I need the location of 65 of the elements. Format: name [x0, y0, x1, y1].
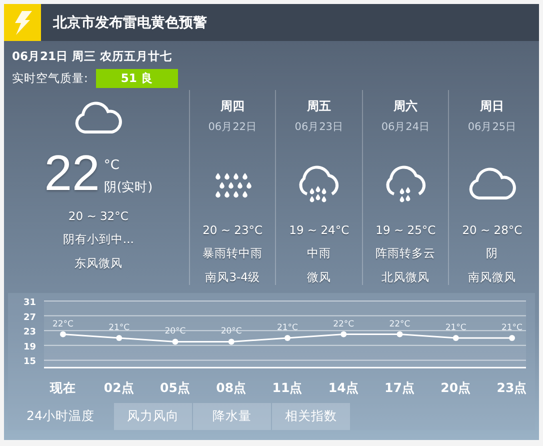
- weather-text: 阵雨转多云: [376, 246, 436, 261]
- hour-label: 20点: [440, 380, 472, 395]
- air-quality-badge: 51 良: [96, 69, 178, 88]
- day-date: 06月22日: [208, 120, 257, 134]
- hour-label: 17点: [384, 380, 415, 395]
- weather-text: 暴雨转中雨: [202, 246, 263, 261]
- data-point: [509, 335, 515, 341]
- weather-text: 阴: [486, 246, 498, 261]
- alert-title[interactable]: 北京市发布雷电黄色预警: [53, 14, 207, 32]
- wind-text: 南风微风: [468, 270, 516, 285]
- temperature-range: 20 ~ 32°C: [68, 209, 128, 223]
- weather-text: 阴有小到中...: [62, 232, 134, 247]
- hour-label: 23点: [496, 380, 528, 395]
- data-point: [116, 335, 122, 341]
- weekday: 周六: [394, 98, 418, 115]
- weather-text: 中雨: [307, 246, 332, 261]
- chart-tab[interactable]: 降水量: [193, 403, 271, 430]
- wind-text: 东风微风: [74, 256, 122, 271]
- hour-label: 现在: [50, 380, 76, 395]
- current-temperature: 22: [44, 150, 100, 196]
- data-point: [172, 338, 178, 345]
- chart-tab[interactable]: 相关指数: [272, 403, 350, 430]
- day-date: 06月25日: [468, 120, 517, 134]
- lightning-icon: [4, 4, 41, 41]
- value-label: 21°C: [108, 323, 130, 333]
- data-point: [340, 331, 347, 338]
- temperature-range: 19 ~ 25°C: [376, 223, 436, 237]
- hour-label: 08点: [216, 380, 247, 395]
- weekday: 周日: [480, 98, 504, 115]
- data-point: [396, 331, 403, 338]
- chart-tab[interactable]: 24小时温度: [8, 403, 113, 430]
- wind-text: 微风: [307, 270, 332, 285]
- air-quality-label: 实时空气质量:: [12, 71, 88, 86]
- data-point: [228, 338, 234, 345]
- chart-tab[interactable]: 风力风向: [114, 403, 192, 430]
- day-date: 06月23日: [294, 120, 344, 134]
- value-label: 22°C: [333, 319, 354, 330]
- hour-label: 14点: [328, 380, 359, 395]
- value-label: 21°C: [502, 323, 522, 333]
- value-label: 21°C: [277, 323, 298, 333]
- temperature-unit: °C: [104, 158, 120, 173]
- day-date: 06月24日: [381, 120, 430, 134]
- temperature-range: 20 ~ 28°C: [462, 223, 522, 237]
- axis-tick-label: 31: [23, 298, 36, 308]
- hour-label: 11点: [272, 380, 303, 395]
- axis-tick-label: 23: [23, 328, 36, 338]
- wind-text: 南风3-4级: [205, 270, 260, 285]
- weekday: 周四: [220, 98, 245, 115]
- current-condition: 阴(实时): [104, 179, 153, 196]
- wind-text: 北风微风: [382, 270, 430, 285]
- temperature-range: 19 ~ 24°C: [289, 223, 350, 237]
- temperature-range: 20 ~ 23°C: [202, 223, 263, 237]
- date-line: 06月21日 周三 农历五月廿七: [11, 49, 174, 64]
- axis-tick-label: 15: [23, 357, 36, 368]
- value-label: 22°C: [52, 319, 74, 330]
- data-point: [284, 335, 290, 341]
- weekday: 周五: [307, 98, 332, 115]
- axis-tick-label: 19: [23, 342, 36, 352]
- data-point: [452, 335, 459, 341]
- data-point: [60, 331, 66, 338]
- value-label: 21°C: [445, 323, 466, 333]
- hour-label: 05点: [160, 380, 190, 395]
- hour-label: 02点: [104, 380, 134, 395]
- value-label: 22°C: [389, 319, 410, 330]
- axis-tick-label: 27: [23, 312, 36, 323]
